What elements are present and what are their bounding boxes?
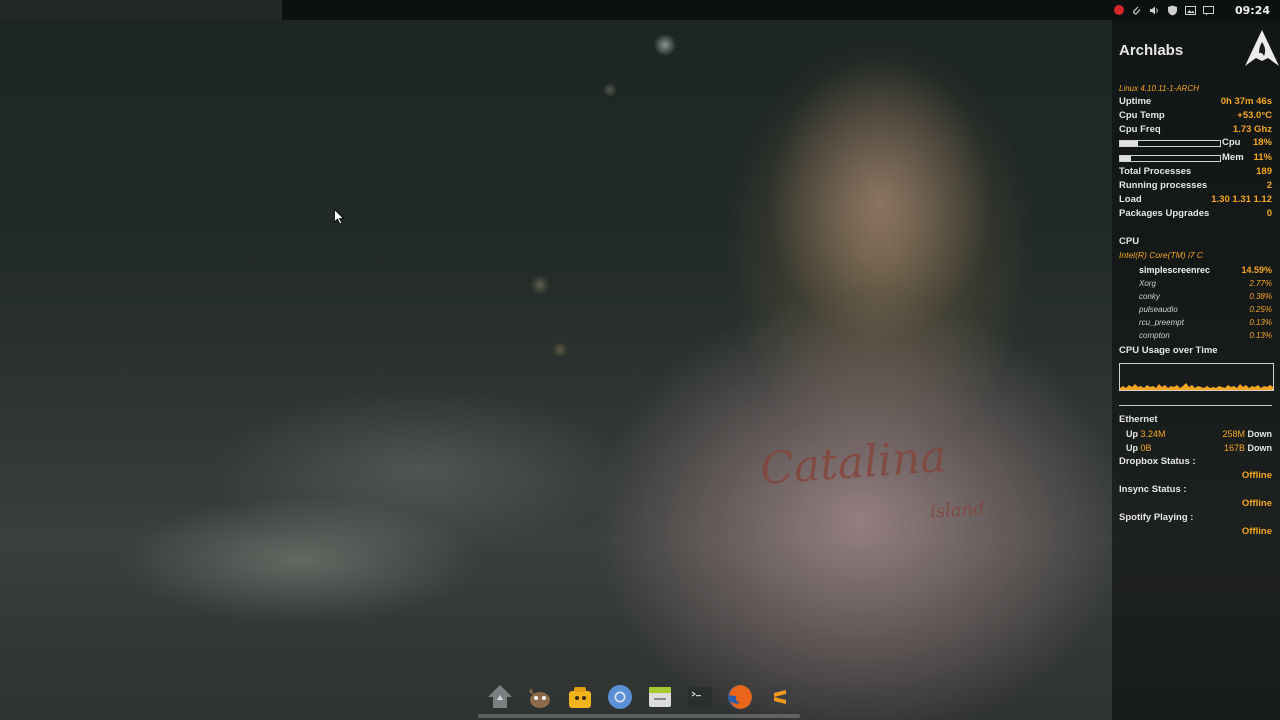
process-name: Xorg [1139, 279, 1156, 288]
stat-value: 1.30 1.31 1.12 [1211, 194, 1272, 205]
stat-label: Cpu Temp [1119, 110, 1165, 121]
bar-label: Mem [1222, 152, 1244, 163]
stat-value: 1.73 Ghz [1232, 124, 1272, 135]
mem-usage-bar [1119, 155, 1221, 162]
stat-label: Uptime [1119, 96, 1152, 107]
net-up: Up 3.24M [1126, 429, 1166, 439]
process-usage: 0.13% [1249, 318, 1272, 327]
dropbox-status-label: Dropbox Status : [1119, 456, 1196, 467]
stat-value: 0 [1266, 208, 1272, 219]
terminal-icon[interactable] [682, 679, 718, 715]
insync-status-value: Offline [1241, 498, 1272, 509]
net-down: 167B Down [1223, 443, 1272, 453]
stat-label: Running processes [1119, 180, 1208, 191]
sublime-text-icon[interactable] [762, 679, 798, 715]
net-up: Up 0B [1126, 443, 1152, 453]
ethernet-label: Ethernet [1119, 414, 1158, 425]
cpu-usage-fill [1120, 141, 1138, 146]
cpu-usage-bar [1119, 140, 1221, 147]
process-name: conky [1139, 292, 1160, 301]
kernel-version: Linux 4.10.11-1-ARCH [1119, 84, 1199, 93]
wallpaper-shirt-text: Catalina [758, 431, 949, 495]
cpu-section-header: CPU [1119, 236, 1140, 247]
net-down-value: 258M [1222, 429, 1245, 439]
net-down: 258M Down [1222, 429, 1272, 439]
stat-label: Cpu Freq [1119, 124, 1161, 135]
volume-icon[interactable] [1149, 5, 1160, 16]
process-name: compton [1139, 331, 1170, 340]
stat-label: Packages Upgrades [1119, 208, 1210, 219]
net-up-value: 3.24M [1140, 429, 1166, 439]
stat-value: 0h 37m 46s [1220, 96, 1272, 107]
stat-value: 189 [1256, 166, 1272, 177]
bar-value: 11% [1253, 152, 1273, 163]
insync-status-label: Insync Status : [1119, 484, 1187, 495]
message-icon[interactable] [1202, 5, 1214, 16]
dock [478, 678, 804, 716]
stat-label: Total Processes [1119, 166, 1192, 177]
bar-label: Cpu [1222, 137, 1241, 148]
archlabs-logo-icon [1245, 30, 1279, 66]
wallpaper-shirt-subtext: island [929, 498, 986, 523]
process-usage: 14.59% [1241, 265, 1272, 275]
process-usage: 0.38% [1249, 292, 1272, 301]
conky-panel: Archlabs Linux 4.10.11-1-ARCH Uptime 0h … [1112, 20, 1280, 720]
dropbox-status-value: Offline [1241, 470, 1272, 481]
record-icon[interactable] [1113, 5, 1124, 15]
spotify-playing-value: Offline [1241, 526, 1272, 537]
top-panel: 09:24 [0, 0, 1280, 20]
cpu-usage-graph [1119, 363, 1274, 391]
cpu-graph-label: CPU Usage over Time [1119, 345, 1218, 356]
process-name: simplescreenrec [1139, 265, 1211, 275]
image-icon[interactable] [1184, 5, 1196, 16]
mouse-cursor-icon [334, 209, 344, 225]
stat-value: 2 [1266, 180, 1272, 191]
taskbar-area[interactable] [0, 0, 282, 20]
shield-icon[interactable] [1167, 5, 1178, 16]
process-usage: 0.25% [1249, 305, 1272, 314]
firefox-icon[interactable] [722, 679, 758, 715]
system-tray: 09:24 [1113, 0, 1280, 20]
process-usage: 0.13% [1249, 331, 1272, 340]
stat-value: +53.0°C [1237, 110, 1272, 121]
net-down-value: 167B [1223, 443, 1245, 453]
menu-icon[interactable] [482, 679, 518, 715]
thunar-icon[interactable] [562, 679, 598, 715]
cpu-bar-row: Cpu 18% [1119, 137, 1272, 149]
divider [1119, 405, 1272, 406]
chromium-icon[interactable] [602, 679, 638, 715]
mem-bar-row: Mem 11% [1119, 152, 1272, 164]
process-name: pulseaudio [1139, 305, 1178, 314]
gimp-icon[interactable] [522, 679, 558, 715]
net-up-value: 0B [1140, 443, 1152, 453]
desktop: Catalina island 09:24 Archlabs Linux 4.1… [0, 0, 1280, 720]
spotify-playing-label: Spotify Playing : [1119, 512, 1194, 523]
cpu-model: Intel(R) Core(TM) i7 C [1119, 250, 1204, 260]
process-usage: 2.77% [1249, 279, 1272, 288]
clock[interactable]: 09:24 [1235, 4, 1270, 17]
process-name: rcu_preempt [1139, 318, 1184, 327]
conky-title: Archlabs [1119, 42, 1184, 59]
file-manager-icon[interactable] [642, 679, 678, 715]
mem-usage-fill [1120, 156, 1131, 161]
bar-value: 18% [1252, 137, 1272, 148]
paperclip-icon[interactable] [1131, 5, 1142, 16]
stat-label: Load [1119, 194, 1142, 205]
